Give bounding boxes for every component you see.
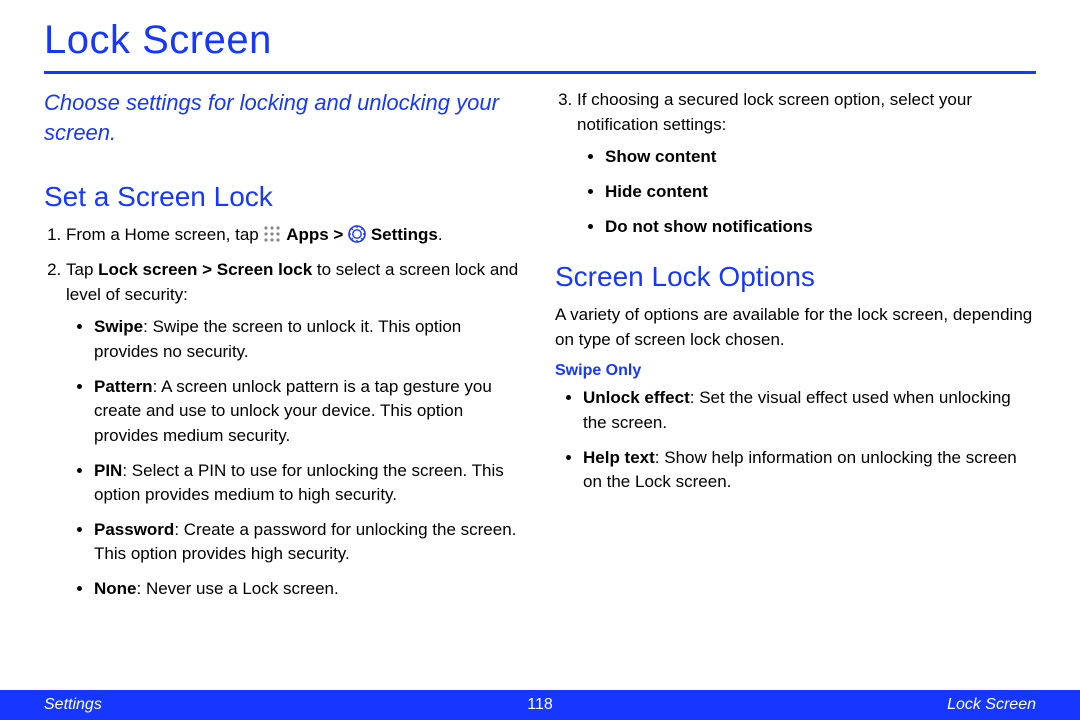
lock-options-list: Swipe: Swipe the screen to unlock it. Th… xyxy=(66,315,525,601)
notif-show-content: Show content xyxy=(605,145,1036,170)
title-rule xyxy=(44,71,1036,74)
option-password: Password: Create a password for unlockin… xyxy=(94,518,525,567)
footer-section-name: Settings xyxy=(44,696,102,714)
intro-text: Choose settings for locking and unlockin… xyxy=(44,88,525,147)
option-pattern: Pattern: A screen unlock pattern is a ta… xyxy=(94,375,525,449)
notif-show-content-label: Show content xyxy=(605,147,716,166)
option-pin-desc: : Select a PIN to use for unlocking the … xyxy=(94,461,504,505)
notif-do-not-show: Do not show notifications xyxy=(605,215,1036,240)
option-swipe-title: Swipe xyxy=(94,317,143,336)
apps-grid-icon xyxy=(263,225,281,243)
step-1-settings-label: Settings xyxy=(371,225,438,244)
step-2-text-a: Tap xyxy=(66,260,98,279)
step-2-path: Lock screen > Screen lock xyxy=(98,260,312,279)
footer-topic-name: Lock Screen xyxy=(947,696,1036,714)
option-pattern-desc: : A screen unlock pattern is a tap gestu… xyxy=(94,377,492,445)
document-page: Lock Screen Choose settings for locking … xyxy=(0,0,1080,720)
notif-hide-content: Hide content xyxy=(605,180,1036,205)
subheading-swipe-only: Swipe Only xyxy=(555,362,1036,380)
option-none: None: Never use a Lock screen. xyxy=(94,577,525,602)
option-none-title: None xyxy=(94,579,137,598)
help-text-title: Help text xyxy=(583,448,655,467)
left-column: Choose settings for locking and unlockin… xyxy=(44,88,525,612)
step-2: Tap Lock screen > Screen lock to select … xyxy=(66,258,525,602)
step-3: If choosing a secured lock screen option… xyxy=(577,88,1036,239)
heading-screen-lock-options: Screen Lock Options xyxy=(555,261,1036,293)
step-1-apps-label: Apps > xyxy=(286,225,348,244)
settings-gear-icon xyxy=(348,225,366,243)
notification-options-list: Show content Hide content Do not show no… xyxy=(577,145,1036,239)
steps-list: From a Home screen, tap Apps > Settings.… xyxy=(44,223,525,601)
options-paragraph: A variety of options are available for t… xyxy=(555,303,1036,352)
unlock-effect-title: Unlock effect xyxy=(583,388,690,407)
notif-hide-content-label: Hide content xyxy=(605,182,708,201)
page-footer: Settings 118 Lock Screen xyxy=(0,690,1080,720)
step-1: From a Home screen, tap Apps > Settings. xyxy=(66,223,525,248)
option-pin: PIN: Select a PIN to use for unlocking t… xyxy=(94,459,525,508)
two-column-layout: Choose settings for locking and unlockin… xyxy=(44,88,1036,612)
option-pin-title: PIN xyxy=(94,461,122,480)
option-pattern-title: Pattern xyxy=(94,377,153,396)
page-title: Lock Screen xyxy=(44,18,1036,63)
footer-page-number: 118 xyxy=(527,696,553,714)
item-help-text: Help text: Show help information on unlo… xyxy=(583,446,1036,495)
notif-do-not-show-label: Do not show notifications xyxy=(605,217,813,236)
item-unlock-effect: Unlock effect: Set the visual effect use… xyxy=(583,386,1036,435)
swipe-only-list: Unlock effect: Set the visual effect use… xyxy=(555,386,1036,495)
right-column: If choosing a secured lock screen option… xyxy=(555,88,1036,612)
option-none-desc: : Never use a Lock screen. xyxy=(137,579,339,598)
step-3-text: If choosing a secured lock screen option… xyxy=(577,90,972,134)
steps-list-continued: If choosing a secured lock screen option… xyxy=(555,88,1036,239)
option-password-title: Password xyxy=(94,520,174,539)
heading-set-screen-lock: Set a Screen Lock xyxy=(44,181,525,213)
option-swipe: Swipe: Swipe the screen to unlock it. Th… xyxy=(94,315,525,364)
step-1-period: . xyxy=(438,225,443,244)
option-swipe-desc: : Swipe the screen to unlock it. This op… xyxy=(94,317,461,361)
step-1-text-a: From a Home screen, tap xyxy=(66,225,263,244)
